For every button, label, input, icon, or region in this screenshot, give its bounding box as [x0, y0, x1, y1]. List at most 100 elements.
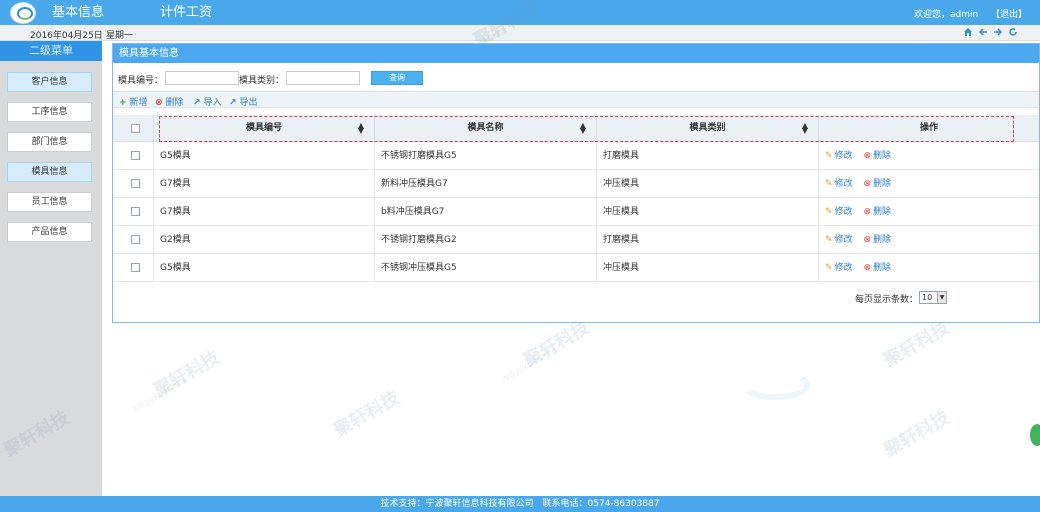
cell-mold-type: 冲压模具 [596, 198, 818, 226]
cell-mold-code: G5模具 [153, 142, 374, 170]
panel-title: 模具基本信息 [113, 44, 1039, 63]
delete-link[interactable]: ⊗ 删除 [863, 179, 891, 189]
query-button[interactable]: 查询 [371, 71, 423, 85]
cell-mold-code: G2模具 [153, 226, 374, 254]
chevron-down-icon: ▼ [937, 292, 946, 303]
pencil-icon: ✎ [825, 235, 833, 245]
edit-link[interactable]: ✎ 修改 [825, 151, 853, 161]
edit-link[interactable]: ✎ 修改 [825, 179, 853, 189]
sidebar-item-department[interactable]: 部门信息 [7, 132, 92, 152]
nav-basic-info[interactable]: 基本信息 [52, 1, 104, 20]
cell-mold-name: 不锈钢打磨模具G2 [374, 226, 596, 254]
forward-arrow-icon[interactable] [992, 27, 1003, 38]
table-row[interactable]: G2模具 不锈钢打磨模具G2 打磨模具 ✎ 修改 ⊗ 删除 [113, 226, 1039, 254]
cell-actions: ✎ 修改 ⊗ 删除 [818, 226, 1039, 254]
current-weekday: 星期一 [106, 31, 134, 41]
refresh-icon[interactable] [1007, 27, 1018, 38]
watermark-text: 聚轩科技 [880, 407, 954, 462]
delete-icon: ⊗ [863, 263, 871, 273]
sidebar-item-customer[interactable]: 客户信息 [7, 72, 92, 92]
sidebar-title: 二级菜单 [0, 41, 102, 61]
delete-link[interactable]: ⊗ 删除 [863, 263, 891, 273]
cell-actions: ✎ 修改 ⊗ 删除 [818, 170, 1039, 198]
table-header: 模具编号 ▲ ▼ 模具名称 ▲ ▼ 模具类别 ▲ ▼ 操作 [113, 115, 1039, 142]
mold-type-input[interactable] [286, 71, 360, 85]
cell-mold-code: G7模具 [153, 198, 374, 226]
mold-code-input[interactable] [165, 71, 239, 85]
add-button[interactable]: + 新增 [119, 95, 148, 108]
column-mold-type[interactable]: 模具类别 ▲ ▼ [596, 115, 818, 142]
watermark-text: 聚轩科技 [330, 387, 404, 442]
watermark-sub: NB.JUXUANKEJI [501, 345, 559, 384]
cell-mold-type: 打磨模具 [596, 226, 818, 254]
edit-link[interactable]: ✎ 修改 [825, 207, 853, 217]
delete-link[interactable]: ⊗ 删除 [863, 235, 891, 245]
row-checkbox[interactable] [131, 151, 140, 160]
cell-mold-code: G5模具 [153, 254, 374, 282]
sidebar-item-product[interactable]: 产品信息 [7, 222, 92, 242]
cell-mold-type: 冲压模具 [596, 170, 818, 198]
delete-icon: ⊗ [155, 98, 163, 108]
cell-mold-name: 不锈钢打磨模具G5 [374, 142, 596, 170]
sidebar-item-process[interactable]: 工序信息 [7, 102, 92, 122]
cell-mold-code: G7模具 [153, 170, 374, 198]
table-row[interactable]: G5模具 不锈钢打磨模具G5 打磨模具 ✎ 修改 ⊗ 删除 [113, 142, 1039, 170]
delete-link[interactable]: ⊗ 删除 [863, 151, 891, 161]
cell-mold-name: b料冲压模具G7 [374, 198, 596, 226]
delete-link[interactable]: ⊗ 删除 [863, 207, 891, 217]
row-checkbox[interactable] [131, 179, 140, 188]
home-icon[interactable] [962, 27, 973, 38]
floating-widget[interactable] [1030, 424, 1040, 446]
sort-icon[interactable]: ▲ ▼ [580, 122, 586, 135]
import-icon: ↗ [193, 98, 201, 108]
delete-icon: ⊗ [863, 179, 871, 189]
sidebar-item-employee[interactable]: 员工信息 [7, 192, 92, 212]
action-toolbar: + 新增 ⊗ 删除 ↗ 导入 ↗ 导出 [113, 91, 1039, 108]
nav-piece-wage[interactable]: 计件工资 [160, 1, 212, 20]
row-checkbox[interactable] [131, 263, 140, 272]
quick-nav-icons [962, 27, 1018, 38]
welcome-text: 欢迎您，admin [914, 10, 979, 20]
table-row[interactable]: G5模具 不锈钢冲压模具G5 冲压模具 ✎ 修改 ⊗ 删除 [113, 254, 1039, 282]
pencil-icon: ✎ [825, 151, 833, 161]
current-date: 2016年04月25日 [30, 31, 103, 41]
footer: 技术支持：宁波聚轩信息科技有限公司 联系电话：0574-86303887 [0, 496, 1040, 512]
cell-actions: ✎ 修改 ⊗ 删除 [818, 254, 1039, 282]
column-mold-code[interactable]: 模具编号 ▲ ▼ [153, 115, 374, 142]
column-actions: 操作 [818, 115, 1039, 142]
plus-icon: + [119, 98, 127, 108]
edit-link[interactable]: ✎ 修改 [825, 263, 853, 273]
delete-icon: ⊗ [863, 151, 871, 161]
logout-link[interactable]: 【退出】 [991, 7, 1027, 20]
date-bar: 2016年04月25日 星期一 [0, 25, 1040, 41]
table-row[interactable]: G7模具 新料冲压模具G7 冲压模具 ✎ 修改 ⊗ 删除 [113, 170, 1039, 198]
cell-mold-type: 打磨模具 [596, 142, 818, 170]
table-row[interactable]: G7模具 b料冲压模具G7 冲压模具 ✎ 修改 ⊗ 删除 [113, 198, 1039, 226]
cell-mold-type: 冲压模具 [596, 254, 818, 282]
select-all-checkbox[interactable] [131, 124, 140, 133]
sidebar: 二级菜单 客户信息 工序信息 部门信息 模具信息 员工信息 产品信息 [0, 41, 102, 496]
cell-actions: ✎ 修改 ⊗ 删除 [818, 198, 1039, 226]
delete-button[interactable]: ⊗ 删除 [155, 95, 184, 108]
column-mold-name[interactable]: 模具名称 ▲ ▼ [374, 115, 596, 142]
cell-mold-name: 不锈钢冲压模具G5 [374, 254, 596, 282]
page-size-select[interactable]: 10 ▼ [919, 291, 947, 304]
row-checkbox[interactable] [131, 235, 140, 244]
mold-info-panel: 模具基本信息 模具编号： 模具类别： 查询 + 新增 ⊗ 删除 ↗ 导入 ↗ 导出 模具… [112, 43, 1040, 323]
sort-icon[interactable]: ▲ ▼ [358, 122, 364, 135]
page-size-label: 每页显示条数： [855, 295, 919, 305]
pencil-icon: ✎ [825, 263, 833, 273]
row-checkbox[interactable] [131, 207, 140, 216]
edit-link[interactable]: ✎ 修改 [825, 235, 853, 245]
company-logo [10, 2, 36, 24]
mold-type-label: 模具类别： [239, 76, 285, 86]
sort-icon[interactable]: ▲ ▼ [802, 122, 808, 135]
delete-icon: ⊗ [863, 207, 871, 217]
watermark-sub: NB.JUXUANKEJI [131, 375, 189, 414]
cell-actions: ✎ 修改 ⊗ 删除 [818, 142, 1039, 170]
export-button[interactable]: ↗ 导出 [229, 95, 258, 108]
import-button[interactable]: ↗ 导入 [193, 95, 222, 108]
mold-code-label: 模具编号： [118, 76, 164, 86]
sidebar-item-mold[interactable]: 模具信息 [7, 162, 92, 182]
back-arrow-icon[interactable] [977, 27, 988, 38]
